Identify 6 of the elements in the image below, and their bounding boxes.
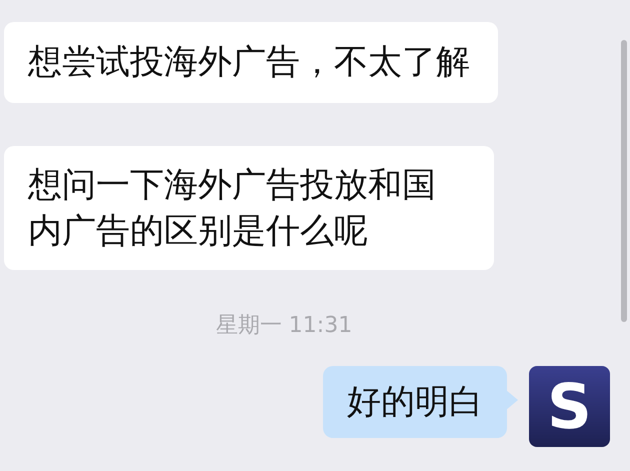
message-bubble: 想尝试投海外广告，不太了解 <box>4 22 498 103</box>
avatar[interactable]: S <box>529 366 610 447</box>
bubble-tail <box>506 390 518 410</box>
timestamp: 星期一 11:31 <box>216 312 352 340</box>
scrollbar[interactable] <box>621 40 627 322</box>
message-bubble: 想问一下海外广告投放和国内广告的区别是什么呢 <box>4 146 494 270</box>
